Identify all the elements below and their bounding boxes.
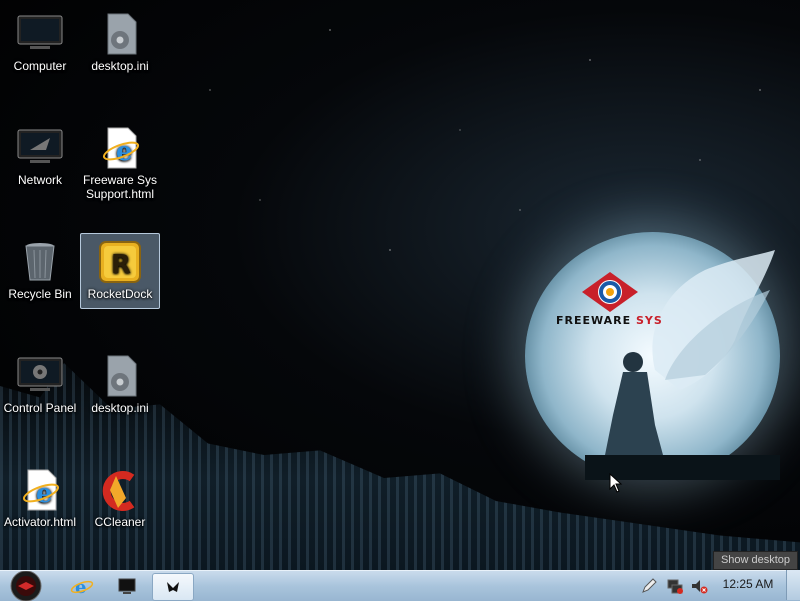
ie-html-icon: e bbox=[22, 469, 60, 511]
desktop-icon-label: desktop.ini bbox=[91, 401, 149, 415]
desktop-icon-freeware-sys-support[interactable]: e Freeware Sys Support.html bbox=[81, 126, 159, 201]
taskbar: e bbox=[0, 570, 800, 601]
mouse-cursor-icon bbox=[609, 473, 623, 493]
recycle-bin-icon bbox=[25, 243, 55, 281]
desktop-icon-activator[interactable]: e Activator.html bbox=[1, 468, 79, 529]
ie-html-icon: e bbox=[102, 127, 140, 169]
taskbar-internet-explorer-button[interactable]: e bbox=[62, 573, 102, 599]
tray-network-icon[interactable] bbox=[666, 577, 684, 595]
monitor-icon bbox=[118, 578, 136, 594]
brand-main-text: FREEWARE bbox=[556, 314, 632, 327]
desktop-icon-label: Control Panel bbox=[3, 401, 77, 415]
svg-text:e: e bbox=[116, 137, 133, 167]
desktop-icon-label: Computer bbox=[13, 59, 67, 73]
desktop-icon-control-panel[interactable]: Control Panel bbox=[1, 354, 79, 415]
desktop-icon-label-line2: Support.html bbox=[85, 187, 155, 201]
svg-text:e: e bbox=[75, 577, 86, 598]
desktop-icon-desktop-ini[interactable]: desktop.ini bbox=[81, 12, 159, 73]
desktop-icon-recycle-bin[interactable]: Recycle Bin bbox=[1, 240, 79, 301]
brand-accent-text: SYS bbox=[636, 314, 663, 327]
start-button[interactable] bbox=[8, 571, 44, 601]
taskbar-clock[interactable]: 12:25 AM bbox=[718, 577, 778, 591]
desktop-icon-label: Recycle Bin bbox=[8, 287, 72, 301]
computer-icon bbox=[17, 15, 63, 49]
desktop-icon-network[interactable]: Network bbox=[1, 126, 79, 187]
desktop-icon-label: desktop.ini bbox=[91, 59, 149, 73]
svg-text:e: e bbox=[36, 479, 53, 509]
rocketdock-icon: R bbox=[99, 241, 141, 283]
ccleaner-icon bbox=[102, 471, 135, 511]
desktop-icon-label-line1: Freeware Sys bbox=[82, 173, 158, 187]
tray-pen-icon[interactable] bbox=[640, 577, 658, 595]
taskbar-rocketdock-button[interactable] bbox=[152, 573, 194, 601]
desktop-icon-label: Network bbox=[17, 173, 62, 187]
show-desktop-button[interactable] bbox=[786, 570, 800, 600]
settings-file-icon bbox=[107, 355, 137, 397]
desktop-icon-ccleaner[interactable]: CCleaner bbox=[81, 468, 159, 529]
svg-text:R: R bbox=[111, 250, 131, 280]
desktop-icon-label: CCleaner bbox=[94, 515, 146, 529]
desktop-icon-label: RocketDock bbox=[87, 287, 153, 301]
control-panel-icon bbox=[17, 357, 63, 391]
desktop[interactable]: FREEWARE SYS Computer desktop.ini Networ… bbox=[0, 0, 800, 570]
desktop-icon-computer[interactable]: Computer bbox=[1, 12, 79, 73]
desktop-icon-rocketdock[interactable]: R RocketDock bbox=[80, 233, 160, 309]
taskbar-media-center-button[interactable] bbox=[107, 573, 147, 599]
freeware-sys-logo-icon bbox=[582, 272, 638, 312]
desktop-icon-desktop-ini-2[interactable]: desktop.ini bbox=[81, 354, 159, 415]
tray-volume-muted-icon[interactable] bbox=[690, 577, 708, 595]
settings-file-icon bbox=[107, 13, 137, 55]
show-desktop-tooltip: Show desktop bbox=[713, 551, 798, 570]
network-icon bbox=[17, 129, 63, 163]
ie-icon: e bbox=[70, 577, 94, 598]
wallpaper-brand-text: FREEWARE SYS bbox=[556, 314, 668, 327]
desktop-icon-label: Activator.html bbox=[3, 515, 77, 529]
dock-icon bbox=[167, 582, 179, 592]
